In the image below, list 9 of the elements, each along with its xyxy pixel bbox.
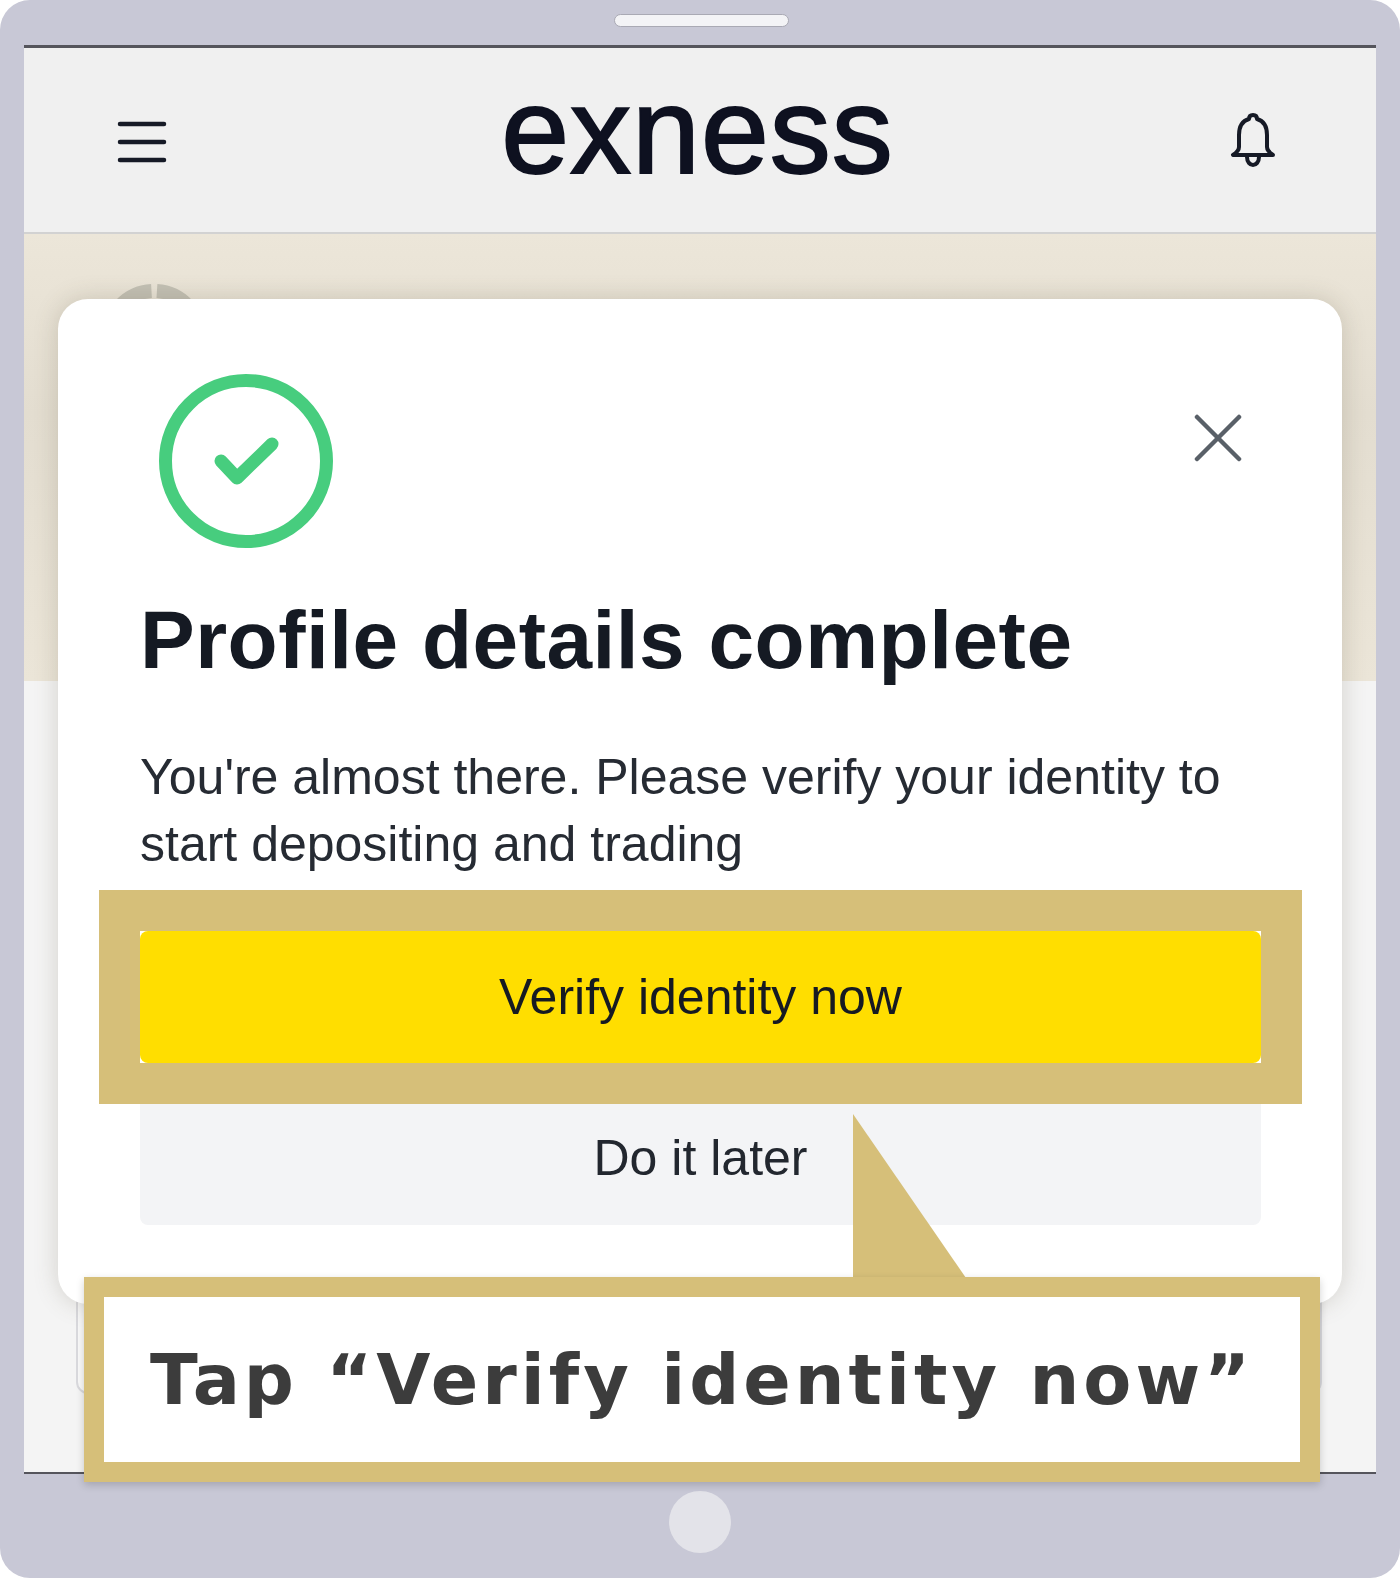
dialog-message: You're almost there. Please verify your identity to start depositing and trading: [140, 748, 1222, 874]
check-circle-icon: [159, 374, 333, 548]
menu-icon[interactable]: [117, 121, 167, 163]
callout-text: Tap “Verify identity now”: [149, 1337, 1255, 1422]
brand-logo: exness: [501, 70, 894, 192]
dialog-title: Profile details complete: [140, 593, 1074, 687]
bell-icon[interactable]: [1228, 111, 1278, 169]
verify-button[interactable]: Verify identity now: [140, 931, 1261, 1063]
close-icon[interactable]: [1194, 414, 1242, 462]
